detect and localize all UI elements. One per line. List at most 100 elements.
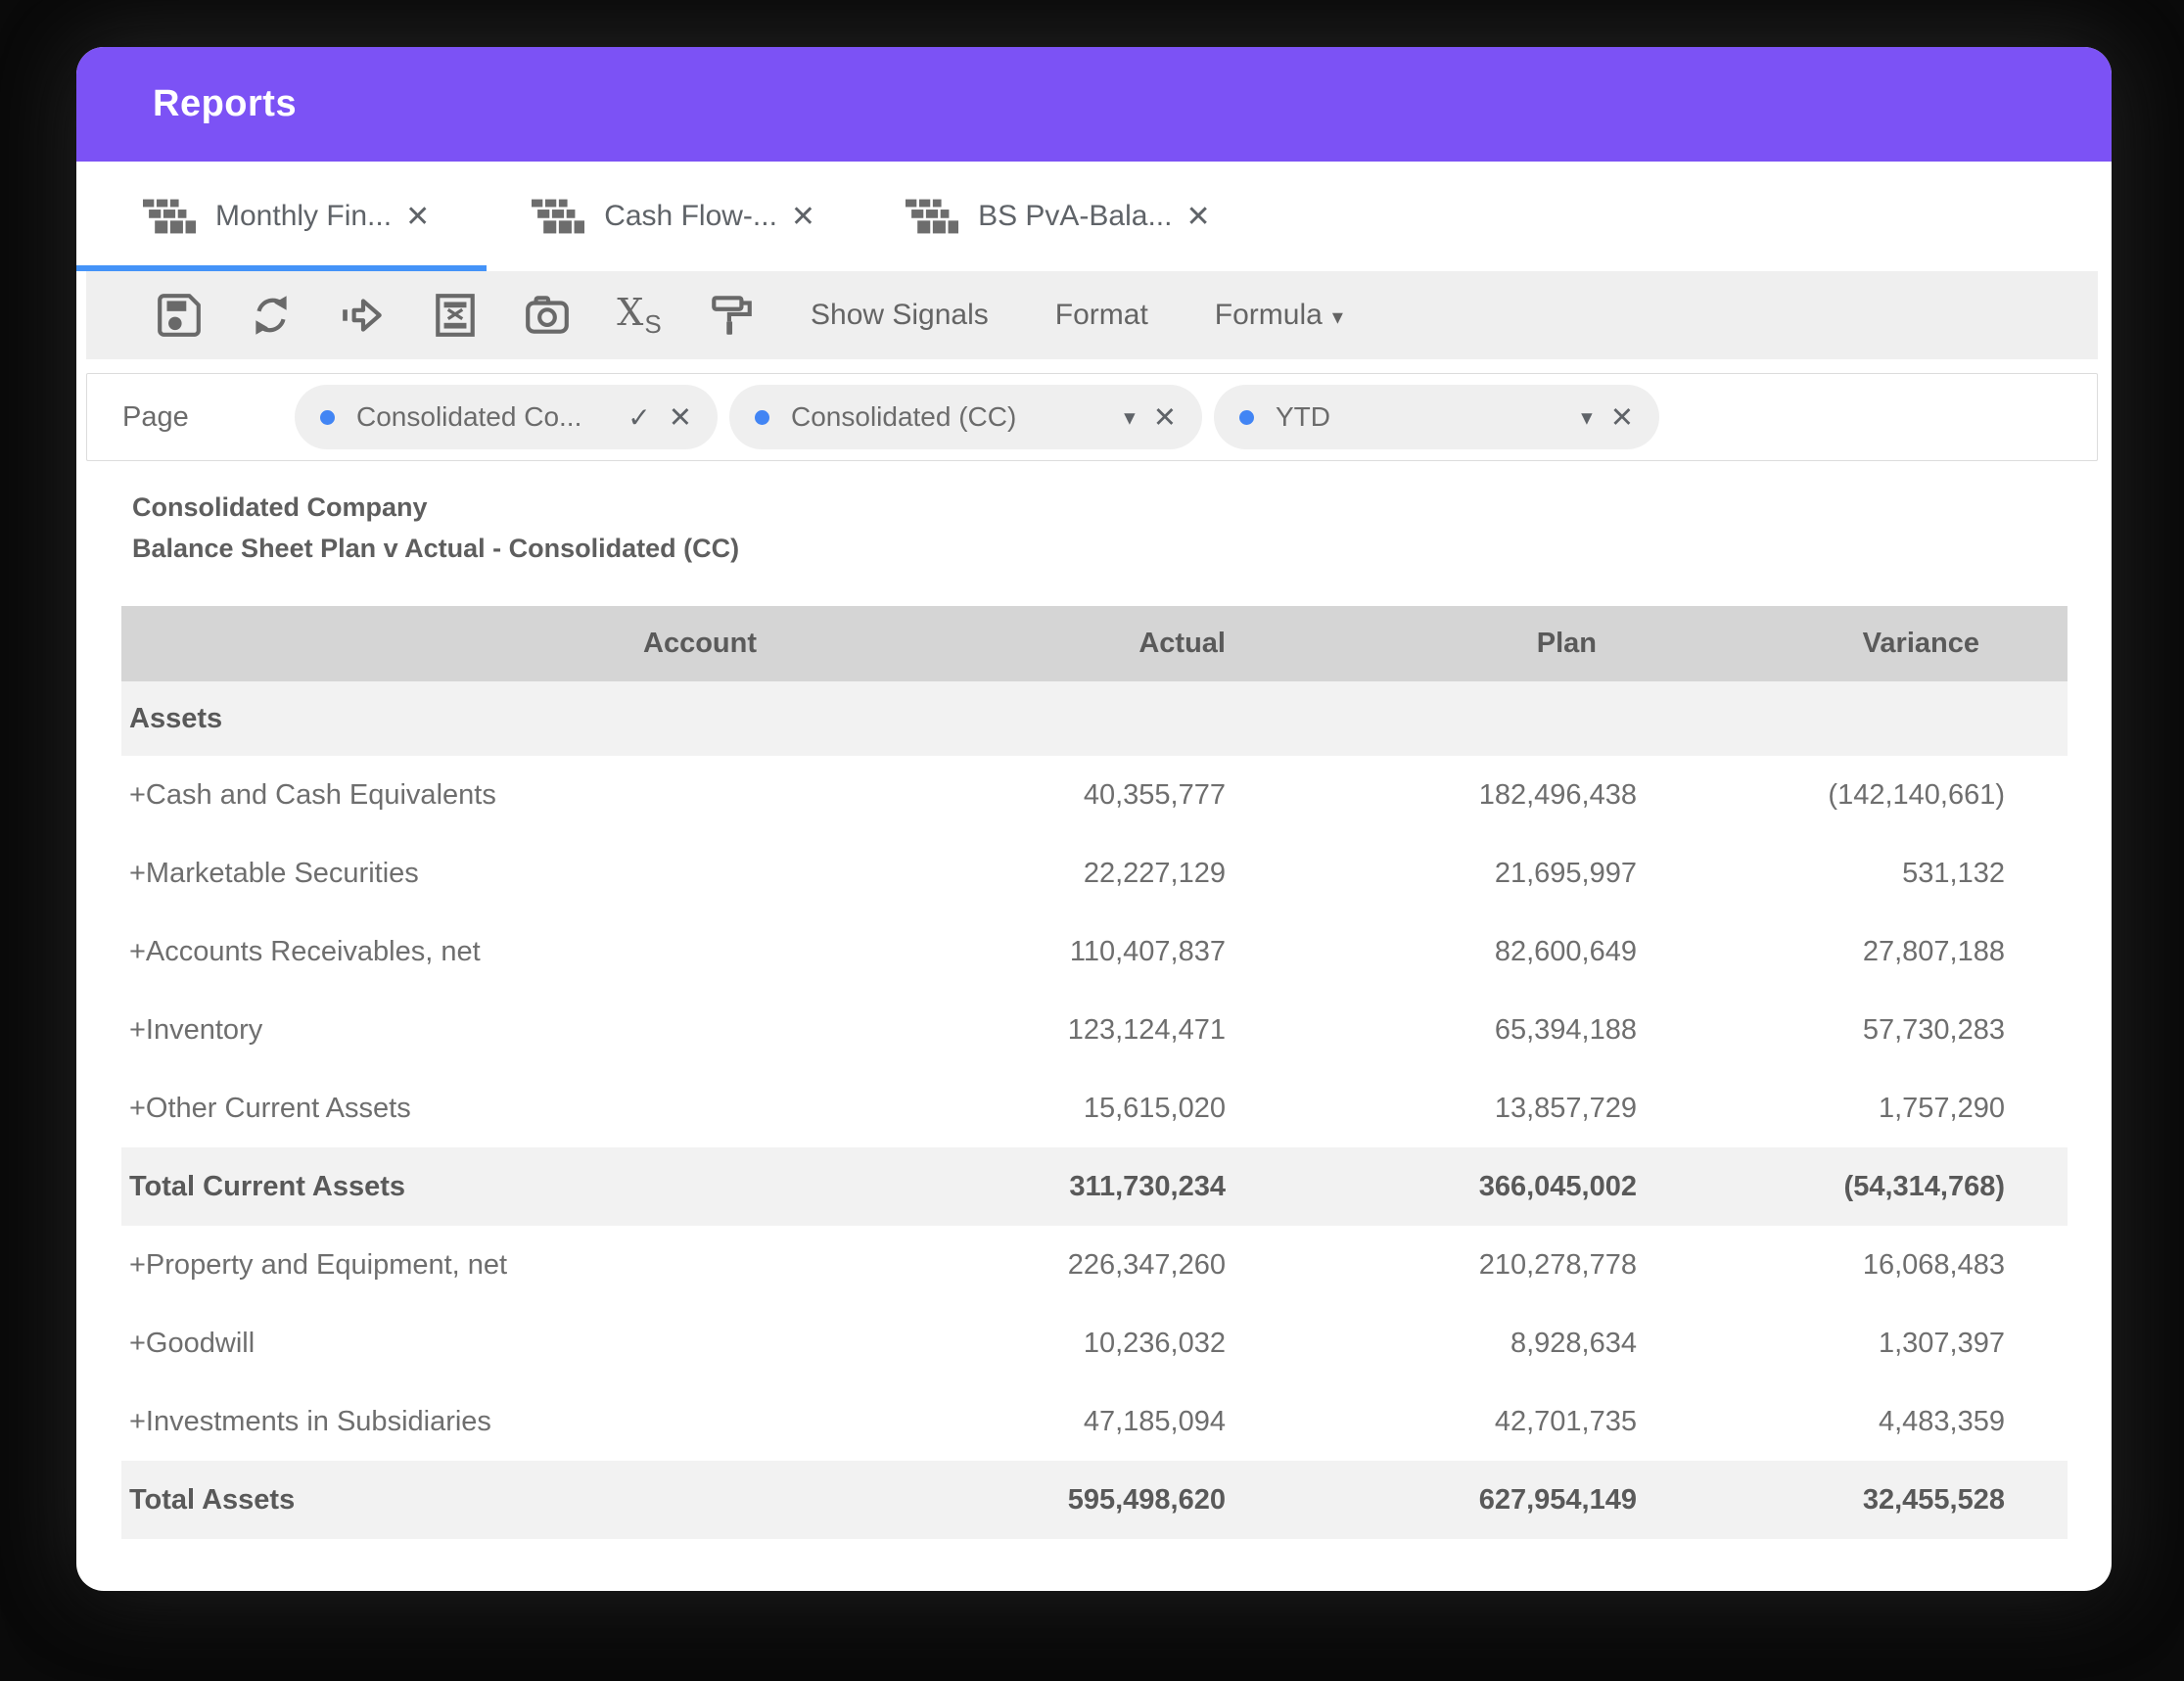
variance-cell: 16,068,483 — [1862, 1248, 2005, 1281]
account-expand-label[interactable]: +Cash and Cash Equivalents — [121, 779, 989, 812]
plan-cell: 42,701,735 — [1494, 1405, 1637, 1437]
filter-pill-company[interactable]: Consolidated Co... ✓ ✕ — [295, 385, 718, 449]
plan-cell: 21,695,997 — [1494, 857, 1637, 889]
close-icon[interactable]: ✕ — [405, 200, 430, 234]
report-grid-icon — [532, 199, 585, 234]
close-icon[interactable]: ✕ — [1610, 400, 1634, 435]
tab-label: Cash Flow-... — [604, 200, 777, 232]
format-painter-button[interactable] — [685, 271, 777, 359]
clear-data-button[interactable] — [409, 271, 501, 359]
table-row: Total Current Assets 311,730,234 366,045,0… — [121, 1147, 2068, 1226]
filter-pills: Consolidated Co... ✓ ✕ Consolidated (CC)… — [295, 385, 1659, 449]
actual-cell: 15,615,020 — [1083, 1092, 1226, 1124]
chevron-down-icon[interactable]: ▾ — [1124, 404, 1136, 431]
chevron-down-icon[interactable]: ▾ — [1581, 404, 1593, 431]
actual-cell: 40,355,777 — [1083, 778, 1226, 811]
variance-cell: 4,483,359 — [1878, 1405, 2005, 1437]
table-row: +Inventory 123,124,471 65,394,188 57,730,28… — [121, 991, 2068, 1069]
close-icon[interactable]: ✕ — [1153, 400, 1177, 435]
account-label: Assets — [129, 702, 223, 734]
report-grid-icon — [906, 199, 959, 234]
report-grid-icon — [143, 199, 196, 234]
actual-cell: 123,124,471 — [1067, 1013, 1226, 1046]
report-table: Account Actual Plan Variance Assets +Cash… — [121, 606, 2068, 1539]
column-header-plan: Plan — [1536, 628, 1597, 659]
account-expand-label[interactable]: +Inventory — [121, 1014, 989, 1047]
account-expand-label[interactable]: +Investments in Subsidiaries — [121, 1406, 989, 1438]
actual-cell: 311,730,234 — [1069, 1170, 1226, 1202]
app-header: Reports — [76, 47, 2112, 162]
format-button[interactable]: Format — [1022, 271, 1182, 359]
actual-cell: 22,227,129 — [1083, 857, 1226, 889]
save-icon — [158, 294, 201, 337]
toolbar: XS Show Signals Format Formula ▾ — [86, 271, 2098, 359]
filter-pill-time[interactable]: YTD ▾ ✕ — [1214, 385, 1659, 449]
actual-cell: 110,407,837 — [1069, 935, 1226, 967]
scale-values-button[interactable]: XS — [593, 271, 685, 359]
account-expand-label[interactable]: +Accounts Receivables, net — [121, 936, 989, 968]
variance-cell: (142,140,661) — [1828, 778, 2005, 811]
blue-dot-icon — [320, 409, 335, 425]
actual-cell: 47,185,094 — [1083, 1405, 1226, 1437]
page-filter-label: Page — [122, 400, 189, 433]
variance-cell: 32,455,528 — [1862, 1483, 2005, 1516]
actual-cell: 226,347,260 — [1067, 1248, 1226, 1281]
tab-bs-pva[interactable]: BS PvA-Bala... ✕ — [860, 162, 1256, 271]
camera-icon — [526, 296, 569, 334]
table-row: +Other Current Assets 15,615,020 13,857,72… — [121, 1069, 2068, 1147]
variance-cell: 27,807,188 — [1862, 935, 2005, 967]
table-row: +Property and Equipment, net 226,347,260 2… — [121, 1226, 2068, 1304]
report-title: Balance Sheet Plan v Actual - Consolidat… — [132, 534, 740, 563]
close-icon[interactable]: ✕ — [1185, 200, 1210, 234]
close-icon[interactable]: ✕ — [669, 400, 692, 435]
filter-pill-version[interactable]: Consolidated (CC) ▾ ✕ — [729, 385, 1202, 449]
variance-cell: 1,757,290 — [1878, 1092, 2005, 1124]
save-button[interactable] — [133, 271, 225, 359]
page-filter-bar: Page Consolidated Co... ✓ ✕ Consolidated… — [86, 373, 2098, 461]
formula-button[interactable]: Formula ▾ — [1182, 271, 1376, 359]
actual-cell: 10,236,032 — [1083, 1327, 1226, 1359]
tabs-bar: Monthly Fin... ✕ Cash Flow-... ✕ BS PvA-… — [76, 162, 2112, 271]
account-expand-label[interactable]: +Goodwill — [121, 1328, 989, 1360]
plan-cell: 82,600,649 — [1494, 935, 1637, 967]
paint-roller-icon — [712, 296, 752, 335]
refresh-icon — [256, 296, 287, 335]
variance-cell: 531,132 — [1902, 857, 2005, 889]
export-button[interactable] — [317, 271, 409, 359]
table-row: +Investments in Subsidiaries 47,185,094 42… — [121, 1382, 2068, 1461]
plan-cell: 366,045,002 — [1478, 1170, 1637, 1202]
xs-subscript-icon: XS — [617, 291, 662, 339]
column-header-actual: Actual — [1138, 628, 1226, 659]
plan-cell: 627,954,149 — [1478, 1483, 1637, 1516]
column-header-variance: Variance — [1862, 628, 1979, 659]
snapshot-button[interactable] — [501, 271, 593, 359]
blue-dot-icon — [1239, 409, 1254, 425]
plan-cell: 65,394,188 — [1494, 1013, 1637, 1046]
check-icon[interactable]: ✓ — [627, 401, 650, 434]
app-window: Reports Monthly Fin... ✕ Cash Flow-... ✕ — [76, 47, 2112, 1591]
tab-label: Monthly Fin... — [215, 200, 393, 232]
plan-cell: 13,857,729 — [1494, 1092, 1637, 1124]
refresh-button[interactable] — [225, 271, 317, 359]
table-row: +Marketable Securities 22,227,129 21,695,9… — [121, 834, 2068, 912]
account-expand-label[interactable]: +Other Current Assets — [121, 1093, 989, 1125]
page-title: Reports — [153, 83, 298, 124]
report-title-block: Consolidated Company Balance Sheet Plan … — [132, 487, 2112, 569]
plan-cell: 210,278,778 — [1478, 1248, 1637, 1281]
account-expand-label[interactable]: +Marketable Securities — [121, 858, 989, 890]
show-signals-button[interactable]: Show Signals — [777, 271, 1022, 359]
tab-cash-flow[interactable]: Cash Flow-... ✕ — [487, 162, 860, 271]
plan-cell: 182,496,438 — [1478, 778, 1637, 811]
plan-cell: 8,928,634 — [1510, 1327, 1637, 1359]
tab-monthly-fin[interactable]: Monthly Fin... ✕ — [76, 162, 488, 271]
variance-cell: 57,730,283 — [1862, 1013, 2005, 1046]
clear-data-icon — [436, 294, 475, 337]
table-row: +Cash and Cash Equivalents 40,355,777 182,… — [121, 756, 2068, 834]
blue-dot-icon — [755, 409, 769, 425]
table-row: Assets — [121, 681, 2068, 756]
account-expand-label[interactable]: +Property and Equipment, net — [121, 1249, 989, 1282]
close-icon[interactable]: ✕ — [791, 200, 815, 234]
report-company: Consolidated Company — [132, 492, 428, 522]
export-arrow-icon — [343, 299, 382, 332]
table-row: +Goodwill 10,236,032 8,928,634 1,307,397 — [121, 1304, 2068, 1382]
